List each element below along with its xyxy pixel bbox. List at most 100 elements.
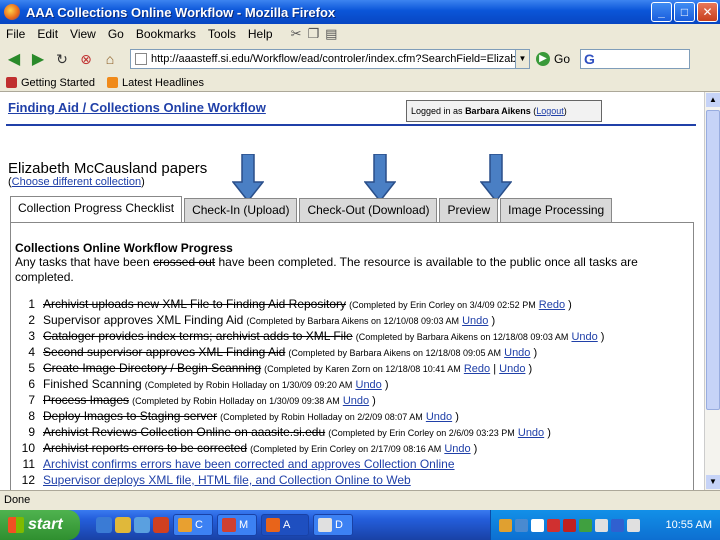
cut-icon[interactable]: ✂	[291, 26, 302, 42]
task-action-link[interactable]: Undo	[426, 411, 452, 423]
task-action-link[interactable]: Undo	[504, 347, 530, 359]
bookmark-latest-headlines[interactable]: Latest Headlines	[107, 77, 204, 89]
minimize-button[interactable]: _	[651, 2, 672, 22]
taskbar-item[interactable]: C	[173, 514, 213, 536]
navigation-toolbar: ◀ ▶ ↻ ⊗ ⌂ http://aaasteff.si.edu/Workflo…	[0, 44, 720, 74]
tab-image-processing[interactable]: Image Processing	[500, 198, 613, 222]
task-meta: (Completed by Robin Holladay on 1/30/09 …	[144, 380, 353, 390]
menu-bookmarks[interactable]: Bookmarks	[136, 27, 196, 41]
back-icon[interactable]: ◀	[4, 49, 24, 69]
taskbar-item[interactable]: M	[217, 514, 257, 536]
quick-launch	[96, 517, 169, 533]
url-dropdown-icon[interactable]: ▼	[515, 50, 529, 68]
task-action-link[interactable]: Undo	[499, 363, 525, 375]
copy-icon[interactable]: ❐	[307, 26, 319, 42]
start-button[interactable]: start	[0, 510, 80, 540]
tray-icon[interactable]	[611, 518, 624, 532]
menu-file[interactable]: File	[6, 27, 25, 41]
go-button[interactable]: ▶ Go	[536, 52, 570, 66]
tray-icon[interactable]	[515, 518, 528, 532]
task-action-link[interactable]: Undo	[518, 427, 544, 439]
task-number: 2	[28, 313, 35, 327]
tab-check-in[interactable]: Check-In (Upload)	[184, 198, 298, 222]
task-body: Deploy Images to Staging server (Complet…	[43, 409, 459, 423]
close-button[interactable]: ✕	[697, 2, 718, 22]
taskbar-item-label: A	[283, 519, 291, 531]
page-title[interactable]: Finding Aid / Collections Online Workflo…	[8, 100, 266, 115]
tray-icon[interactable]	[547, 518, 560, 532]
task-action-link[interactable]: Undo	[356, 379, 382, 391]
speaker-icon[interactable]	[627, 518, 640, 532]
menu-go[interactable]: Go	[108, 27, 124, 41]
task-number: 3	[28, 329, 35, 343]
task-body: Archivist uploads new XML File to Findin…	[43, 297, 572, 311]
stop-icon[interactable]: ⊗	[76, 49, 96, 69]
menu-help[interactable]: Help	[248, 27, 273, 41]
task-row: 1 Archivist uploads new XML File to Findi…	[15, 297, 691, 313]
desktop-icon[interactable]	[134, 517, 150, 533]
task-row: 4 Second supervisor approves XML Finding …	[15, 345, 691, 361]
task-name[interactable]: Supervisor deploys XML file, HTML file, …	[43, 473, 411, 487]
task-name: Archivist reports errors to be corrected	[43, 441, 248, 455]
tray-icon[interactable]	[531, 518, 544, 532]
task-number: 12	[21, 473, 35, 487]
down-arrow-icon	[232, 154, 264, 202]
bookmark-getting-started[interactable]: Getting Started	[6, 77, 95, 89]
task-number: 9	[28, 425, 35, 439]
task-name[interactable]: Archivist confirms errors have been corr…	[43, 457, 455, 471]
tray-icon[interactable]	[595, 518, 608, 532]
task-action-link[interactable]: Undo	[571, 331, 597, 343]
task-action-link[interactable]: Undo	[444, 443, 470, 455]
task-action-link[interactable]: Undo	[343, 395, 369, 407]
app-icon[interactable]	[153, 517, 169, 533]
task-row: 8 Deploy Images to Staging server (Comple…	[15, 409, 691, 425]
taskbar-item-active[interactable]: A	[261, 514, 309, 536]
url-input[interactable]: http://aaasteff.si.edu/Workflow/ead/cont…	[130, 49, 530, 69]
tray-icon[interactable]	[579, 518, 592, 532]
tab-preview[interactable]: Preview	[439, 198, 499, 222]
task-number: 1	[28, 297, 35, 311]
paste-icon[interactable]: ▤	[325, 26, 337, 42]
task-body: Cataloger provides index terms; archivis…	[43, 329, 605, 343]
tab-panel: Collections Online Workflow Progress Any…	[10, 222, 694, 490]
tab-check-out[interactable]: Check-Out (Download)	[299, 198, 438, 222]
menu-edit[interactable]: Edit	[37, 27, 58, 41]
menu-view[interactable]: View	[70, 27, 96, 41]
search-input[interactable]: G	[580, 49, 691, 69]
task-action-link[interactable]: Redo	[539, 299, 565, 311]
firefox-icon	[4, 4, 20, 20]
task-body: Archivist Reviews Collection Online on a…	[43, 425, 551, 439]
home-icon[interactable]: ⌂	[100, 49, 120, 69]
task-action-link[interactable]: Redo	[464, 363, 490, 375]
menu-tools[interactable]: Tools	[208, 27, 236, 41]
go-icon: ▶	[536, 52, 550, 66]
desc-text: Any tasks that have been	[15, 255, 154, 269]
explorer-icon[interactable]	[115, 517, 131, 533]
task-name: Supervisor approves XML Finding Aid	[43, 313, 244, 327]
firefox-icon	[266, 518, 280, 532]
tab-collection-progress-checklist[interactable]: Collection Progress Checklist	[10, 196, 183, 222]
taskbar-item[interactable]: D	[313, 514, 353, 536]
scroll-up-icon[interactable]: ▲	[706, 93, 720, 107]
flag-icon[interactable]	[563, 518, 576, 532]
choose-collection-link[interactable]: Choose different collection	[12, 176, 141, 188]
task-number: 5	[28, 361, 35, 375]
task-body: Process Images (Completed by Robin Holla…	[43, 393, 376, 407]
scroll-down-icon[interactable]: ▼	[706, 475, 720, 489]
tray-icon[interactable]	[499, 518, 512, 532]
reload-icon[interactable]: ↻	[52, 49, 72, 69]
logout-link[interactable]: Logout	[536, 106, 564, 116]
ie-icon[interactable]	[96, 517, 112, 533]
task-name: Process Images	[43, 393, 130, 407]
scroll-thumb[interactable]	[706, 110, 720, 410]
task-meta: (Completed by Robin Holladay on 1/30/09 …	[132, 396, 340, 406]
task-number: 6	[28, 377, 35, 391]
maximize-button[interactable]: □	[674, 2, 695, 22]
vertical-scrollbar[interactable]: ▲ ▼	[704, 92, 720, 490]
forward-icon[interactable]: ▶	[28, 49, 48, 69]
bookmark-label: Latest Headlines	[122, 76, 204, 89]
task-number: 8	[28, 409, 35, 423]
tab-bar: Collection Progress Checklist Check-In (…	[10, 196, 614, 222]
window-icon	[318, 518, 332, 532]
task-action-link[interactable]: Undo	[462, 315, 488, 327]
